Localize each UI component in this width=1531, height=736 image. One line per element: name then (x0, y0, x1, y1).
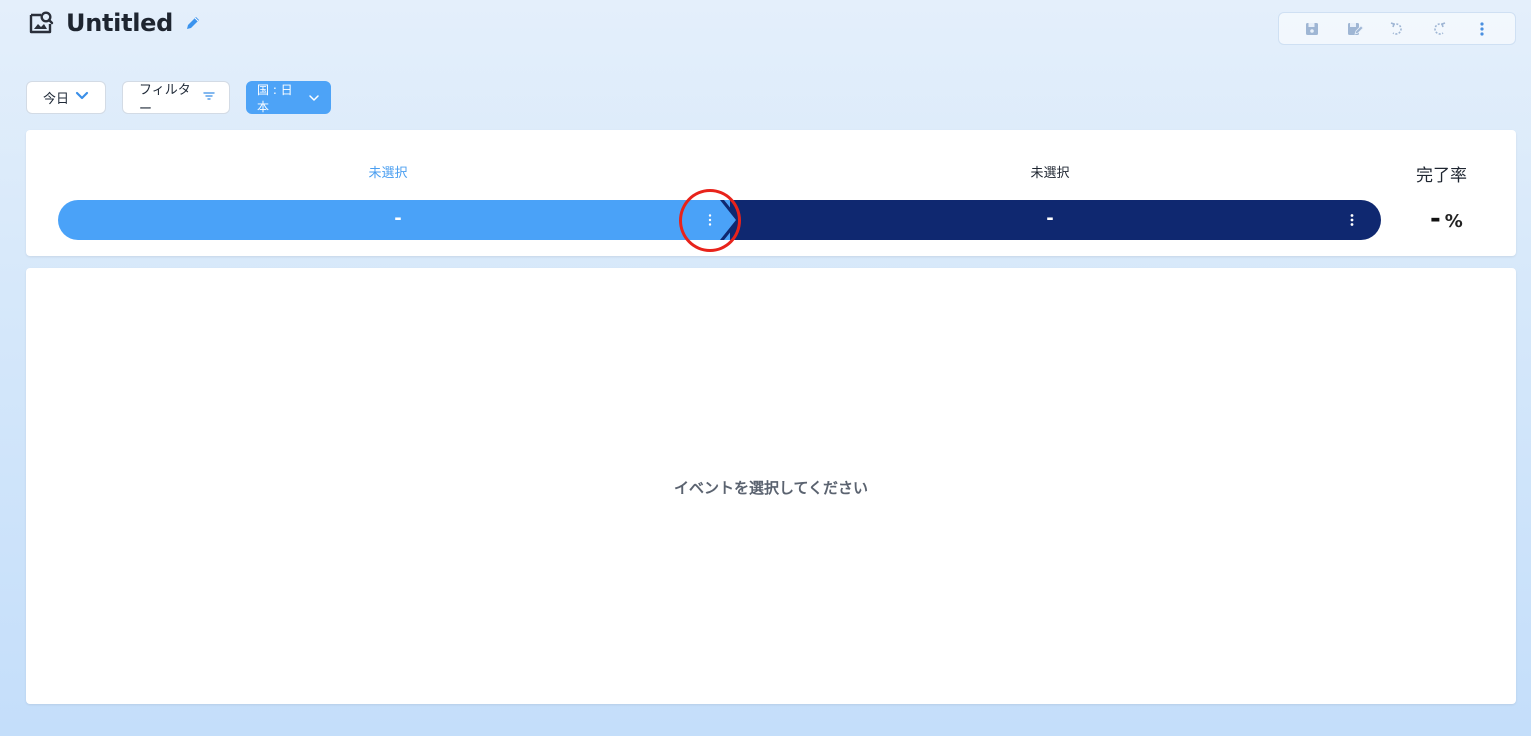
step-1-menu-icon[interactable] (702, 208, 718, 232)
more-vertical-icon[interactable] (1471, 18, 1493, 40)
funnel-step-1-value: - (394, 208, 402, 229)
undo-icon[interactable] (1386, 18, 1408, 40)
country-filter-label: 国 : 日本 (257, 82, 293, 114)
funnel-step-1-label[interactable]: 未選択 (368, 162, 407, 181)
page-title: Untitled (66, 9, 174, 37)
country-filter-chip[interactable]: 国 : 日本 (246, 81, 331, 114)
funnel-card: 未選択 未選択 - - 完了率 - % (26, 130, 1516, 256)
filter-bar: 今日 フィルター 国 : 日本 (26, 81, 331, 117)
completion-rate-unit: % (1444, 211, 1463, 232)
chevron-down-icon (75, 90, 89, 105)
completion-rate-value: - % (1430, 206, 1463, 232)
chevron-down-icon (308, 91, 320, 105)
date-range-label: 今日 (43, 92, 70, 107)
funnel-step-2-label[interactable]: 未選択 (1030, 162, 1069, 181)
redo-icon[interactable] (1428, 18, 1450, 40)
save-icon[interactable] (1301, 18, 1323, 40)
results-panel: イベントを選択してください (26, 268, 1516, 704)
empty-state-message: イベントを選択してください (673, 479, 869, 497)
completion-rate-number: - (1430, 204, 1441, 234)
save-as-icon[interactable] (1344, 18, 1366, 40)
funnel-bar: - - (58, 200, 1381, 240)
page-header: Untitled (26, 8, 203, 38)
funnel-step-2-value: - (1046, 208, 1054, 229)
completion-rate-label: 完了率 (1416, 166, 1467, 186)
image-search-icon (26, 8, 56, 38)
pencil-icon[interactable] (185, 14, 203, 32)
filter-label: フィルター (139, 82, 191, 117)
step-2-menu-icon[interactable] (1344, 208, 1360, 232)
report-toolbar (1278, 12, 1516, 45)
filter-button[interactable]: フィルター (122, 81, 230, 117)
filter-icon (203, 90, 215, 105)
date-range-dropdown[interactable]: 今日 (26, 81, 106, 114)
